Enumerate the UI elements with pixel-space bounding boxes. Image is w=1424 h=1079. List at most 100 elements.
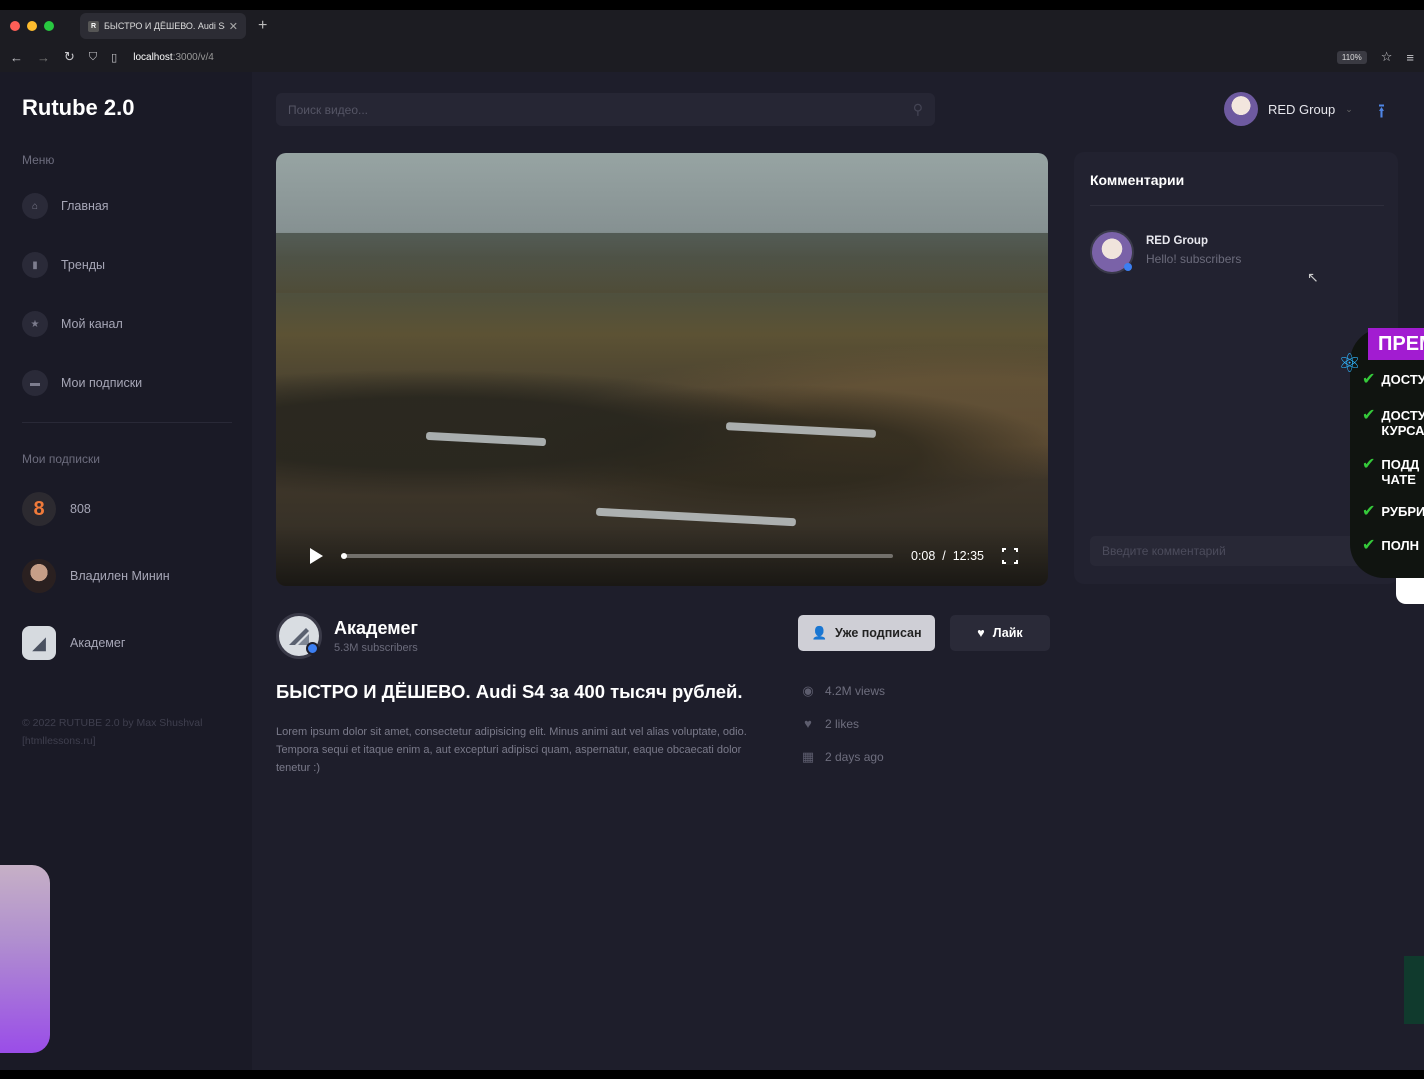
avatar <box>22 559 56 593</box>
sidebar-item-label: Главная <box>61 199 109 213</box>
side-widget <box>1404 956 1424 1024</box>
date-stat: ▦ 2 days ago <box>800 749 884 765</box>
bookmark-star-icon[interactable]: ☆ <box>1381 49 1393 65</box>
tab-title: БЫСТРО И ДЁШЕВО. Audi S4 з <box>104 21 225 31</box>
comment-input[interactable] <box>1090 536 1384 566</box>
sidebar-item-home[interactable]: ⌂ Главная <box>22 193 109 219</box>
sidebar-divider <box>22 422 232 423</box>
menu-icon[interactable]: ≡ <box>1406 50 1414 65</box>
check-icon: ✔ <box>1362 537 1376 554</box>
fullscreen-icon[interactable] <box>1001 547 1019 565</box>
promo-row-text: РУБРИ <box>1381 504 1424 519</box>
promo-row: ✔ ПОДД ЧАТЕ <box>1362 456 1419 488</box>
promo-row: ✔ РУБРИ <box>1362 503 1424 520</box>
subscription-item-808[interactable]: 8 808 <box>22 492 91 526</box>
like-label: Лайк <box>992 626 1023 640</box>
subscriptions-title: Мои подписки <box>22 452 100 466</box>
profile-menu[interactable]: RED Group ⌄ <box>1224 92 1353 126</box>
floating-card <box>0 865 50 1053</box>
close-tab-icon[interactable]: ✕ <box>229 20 238 33</box>
comment-item: RED Group Hello! subscribers <box>1090 230 1241 274</box>
promo-row-text: ПОЛН <box>1381 538 1420 553</box>
url-path: :3000/v/4 <box>172 51 214 63</box>
publish-date: 2 days ago <box>825 750 884 764</box>
video-player[interactable]: 0:08 / 12:35 <box>276 153 1048 586</box>
reload-icon[interactable]: ↻ <box>64 49 75 65</box>
channel-subscribers: 5.3M subscribers <box>334 642 418 654</box>
promo-row-text: ДОСТУ КУРСА <box>1381 408 1424 438</box>
eye-icon: ◉ <box>802 683 814 698</box>
search-bar[interactable]: ⚲ <box>276 93 935 126</box>
back-icon[interactable]: ← <box>10 50 23 65</box>
minimize-window-button[interactable] <box>27 21 37 31</box>
promo-row-text: ДОСТУ <box>1381 372 1424 387</box>
comments-divider <box>1090 205 1384 206</box>
new-tab-button[interactable]: + <box>258 17 267 35</box>
current-time: 0:08 <box>911 549 936 563</box>
play-icon[interactable] <box>310 548 323 564</box>
channel-avatar <box>276 613 322 659</box>
avatar: 8 <box>22 492 56 526</box>
close-window-button[interactable] <box>10 21 20 31</box>
heart-icon: ♥ <box>977 626 985 640</box>
chevron-down-icon: ⌄ <box>1345 103 1353 114</box>
sidebar-item-my-channel[interactable]: ★ Мой канал <box>22 311 123 337</box>
promo-badge <box>1396 578 1424 604</box>
search-icon[interactable]: ⚲ <box>913 101 923 118</box>
promo-row: ✔ ДОСТУ <box>1362 371 1424 388</box>
comment-author[interactable]: RED Group <box>1146 235 1241 247</box>
star-icon: ★ <box>22 311 48 337</box>
profile-name: RED Group <box>1268 101 1336 117</box>
nav-bar: ← → ↻ ⛉ ▯ localhost:3000/v/4 110% ☆ ≡ <box>0 42 1424 72</box>
react-atom-icon: ⚛ <box>1338 348 1362 378</box>
channel-name[interactable]: Академег <box>334 618 418 639</box>
page-icon: ▯ <box>111 51 118 64</box>
comments-title: Комментарии <box>1090 172 1185 188</box>
subscription-label: 808 <box>70 502 91 516</box>
video-description: Lorem ipsum dolor sit amet, consectetur … <box>276 726 747 774</box>
check-icon: ✔ <box>1362 456 1376 473</box>
subscribed-button[interactable]: 👤 Уже подписан <box>798 615 935 651</box>
shield-icon[interactable]: ⛉ <box>89 51 97 64</box>
subscription-item-akademeg[interactable]: ◢ Академег <box>22 626 125 660</box>
like-button[interactable]: ♥ Лайк <box>950 615 1050 651</box>
subscriptions-icon: ▬ <box>22 370 48 396</box>
user-plus-icon: 👤 <box>811 625 828 640</box>
browser-tab[interactable]: R БЫСТРО И ДЁШЕВО. Audi S4 з ✕ <box>80 13 246 39</box>
sidebar-item-label: Мои подписки <box>61 376 143 390</box>
favicon-icon: R <box>88 20 99 32</box>
subscription-item-vladilen[interactable]: Владилен Минин <box>22 559 170 593</box>
calendar-icon: ▦ <box>801 749 815 764</box>
check-icon: ✔ <box>1362 407 1376 424</box>
search-input[interactable] <box>288 102 913 117</box>
sidebar-item-subscriptions[interactable]: ▬ Мои подписки <box>22 370 142 396</box>
zoom-badge[interactable]: 110% <box>1336 50 1367 64</box>
avatar <box>1090 230 1134 274</box>
views-stat: ◉ 4.2M views <box>800 683 885 699</box>
subscription-label: Академег <box>70 636 126 650</box>
video-progress-fill <box>341 553 348 559</box>
likes-count: 2 likes <box>825 716 860 731</box>
address-bar[interactable]: localhost:3000/v/4 <box>133 52 214 63</box>
trending-icon: ▮ <box>22 252 48 278</box>
forward-icon[interactable]: → <box>37 50 50 65</box>
likes-stat: ♥ 2 likes <box>800 716 859 731</box>
maximize-window-button[interactable] <box>44 21 54 31</box>
channel-info[interactable]: Академег 5.3M subscribers <box>276 613 418 659</box>
upload-icon[interactable]: ⭱ <box>1378 97 1385 131</box>
window-controls <box>10 21 54 31</box>
subscribed-label: Уже подписан <box>835 626 922 640</box>
browser-chrome: R БЫСТРО И ДЁШЕВО. Audi S4 з ✕ + ← → ↻ ⛉… <box>0 10 1424 72</box>
video-progress-bar[interactable] <box>341 553 893 559</box>
sidebar-item-label: Мой канал <box>61 317 123 331</box>
logo[interactable]: Rutube 2.0 <box>22 95 134 121</box>
video-controls: 0:08 / 12:35 <box>276 526 1048 586</box>
sidebar-item-trends[interactable]: ▮ Тренды <box>22 252 105 278</box>
promo-row: ✔ ПОЛН <box>1362 537 1420 554</box>
check-icon: ✔ <box>1362 371 1376 388</box>
duration: 12:35 <box>952 549 984 563</box>
comment-text: Hello! subscribers <box>1146 252 1242 266</box>
promo-row: ✔ ДОСТУ КУРСА <box>1362 407 1424 439</box>
mouse-cursor-icon: ↖ <box>1307 269 1319 285</box>
check-icon: ✔ <box>1362 503 1376 520</box>
